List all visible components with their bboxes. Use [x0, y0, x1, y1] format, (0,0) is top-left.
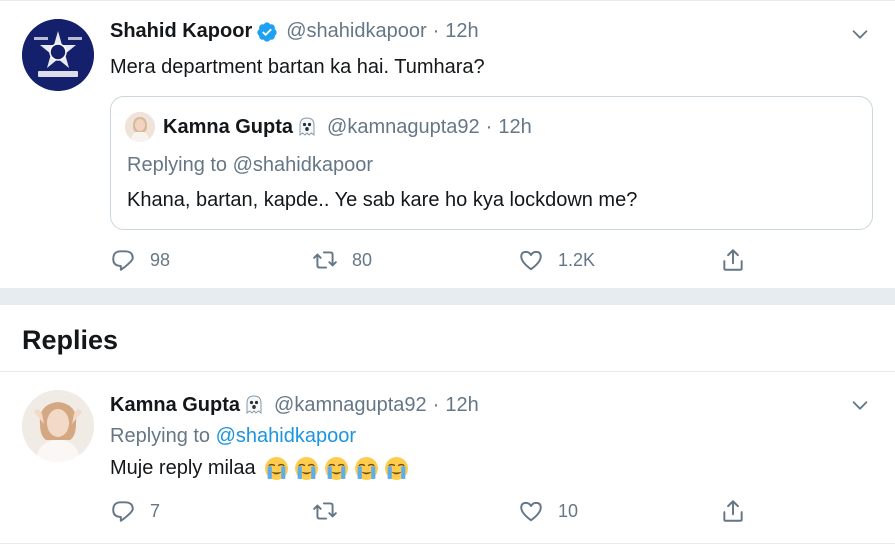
separator-dot: · [485, 115, 493, 138]
tweet-time[interactable]: 12h [445, 20, 478, 43]
reply-count: 7 [150, 500, 161, 521]
author-name[interactable]: Shahid Kapoor [110, 20, 252, 43]
share-button[interactable] [720, 498, 746, 524]
quote-author-handle[interactable]: @kamnagupta92 [327, 116, 480, 139]
retweet-icon [313, 251, 337, 269]
reply-time[interactable]: 12h [445, 394, 478, 417]
chevron-down-icon[interactable] [849, 394, 871, 416]
replies-section-header: Replies [0, 305, 895, 372]
like-count: 1.2K [558, 249, 596, 270]
like-button[interactable]: 1.2K [518, 247, 595, 273]
reply-button[interactable]: 7 [110, 498, 160, 524]
like-icon [520, 501, 542, 522]
tweet-text: Mera department bartan ka hai. Tumhara? [110, 56, 485, 78]
like-count: 10 [558, 500, 579, 521]
ghost-emoji-icon [295, 115, 319, 139]
crying-emoji-icon [324, 456, 349, 481]
quote-header: Kamna Gupta @kamnagupta92 · 12h [163, 115, 532, 139]
reply-author-handle[interactable]: @kamnagupta92 [274, 394, 427, 417]
separator-dot: · [432, 393, 440, 416]
reply-tweet[interactable]: Kamna Gupta @kamnagupta92 · 12h Replying… [0, 372, 895, 544]
crying-emoji-icon [354, 456, 379, 481]
quote-author-name[interactable]: Kamna Gupta [163, 116, 293, 139]
verified-badge-icon [256, 21, 278, 43]
replying-prefix: Replying to [110, 425, 211, 447]
quote-text: Khana, bartan, kapde.. Ye sab kare ho ky… [127, 189, 638, 211]
tweet-header: Shahid Kapoor @shahidkapoor · 12h [110, 20, 479, 43]
quote-time[interactable]: 12h [498, 116, 531, 139]
replying-mention-link[interactable]: @shahidkapoor [216, 425, 356, 447]
chevron-down-icon[interactable] [849, 23, 871, 45]
reply-count: 98 [150, 249, 171, 270]
separator-dot: · [432, 20, 440, 42]
reply-button[interactable]: 98 [110, 247, 170, 273]
reply-header: Kamna Gupta @kamnagupta92 · 12h [110, 393, 479, 417]
quoted-tweet[interactable]: Kamna Gupta @kamnagupta92 · 12h Replying… [110, 96, 873, 230]
replies-title: Replies [22, 325, 119, 355]
crying-emoji-icon [384, 456, 409, 481]
author-handle[interactable]: @shahidkapoor [286, 20, 426, 43]
reply-text-content: Muje reply milaa [110, 457, 256, 479]
retweet-button[interactable]: 80 [312, 247, 372, 273]
retweet-icon [313, 502, 337, 520]
emoji-row [256, 456, 409, 481]
crying-emoji-icon [294, 456, 319, 481]
reply-text: Muje reply milaa [110, 456, 409, 481]
like-button[interactable]: 10 [518, 498, 578, 524]
share-button[interactable] [720, 247, 746, 273]
reply-author-name[interactable]: Kamna Gupta [110, 394, 240, 417]
main-tweet[interactable]: Shahid Kapoor @shahidkapoor · 12h Mera d… [0, 0, 895, 288]
share-icon [723, 249, 743, 271]
reply-icon [112, 501, 134, 522]
reply-icon [112, 250, 134, 271]
ghost-emoji-icon [242, 393, 266, 417]
quote-avatar[interactable] [125, 112, 155, 142]
retweet-count: 80 [352, 249, 373, 270]
avatar-kamna[interactable] [22, 390, 94, 462]
retweet-button[interactable] [312, 498, 338, 524]
quote-replying-to: Replying to @shahidkapoor [127, 154, 374, 176]
avatar-police-logo[interactable] [22, 19, 94, 91]
like-icon [520, 250, 542, 271]
reply-replying-to: Replying to @shahidkapoor [110, 425, 356, 448]
share-icon [723, 500, 743, 522]
section-divider [0, 288, 895, 305]
crying-emoji-icon [264, 456, 289, 481]
